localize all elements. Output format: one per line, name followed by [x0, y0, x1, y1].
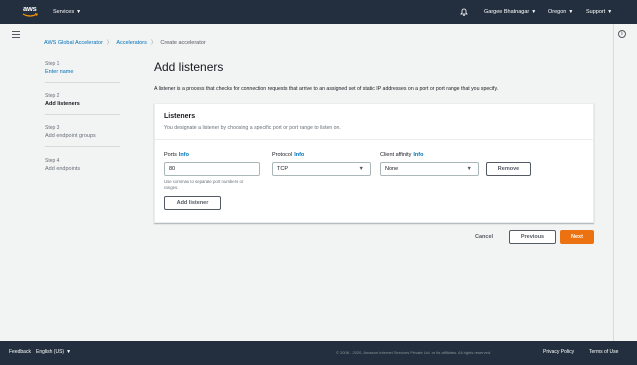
services-caret-icon: ▼	[76, 9, 82, 15]
protocol-info-link[interactable]: Info	[294, 152, 304, 158]
cancel-button[interactable]: Cancel	[475, 234, 493, 240]
ports-hint: Use commas to separate port numbers or r…	[164, 179, 244, 190]
services-menu[interactable]: Services ▼	[53, 9, 81, 15]
region-menu[interactable]: Oregon ▼	[548, 9, 573, 15]
protocol-select[interactable]: TCP ▼	[272, 162, 371, 176]
services-label: Services	[53, 9, 75, 15]
support-caret-icon: ▼	[607, 9, 613, 15]
step-divider	[45, 146, 120, 147]
remove-listener-button[interactable]: Remove	[486, 162, 531, 176]
ports-input[interactable]: 80	[164, 162, 260, 176]
step-2: Step 2 Add listeners	[45, 93, 125, 107]
region-name: Oregon	[548, 9, 567, 15]
ports-label: Ports Info	[164, 152, 189, 158]
notification-bell-icon[interactable]	[459, 7, 469, 17]
step-link-enter-name[interactable]: Enter name	[45, 69, 125, 75]
breadcrumb-accelerators[interactable]: Accelerators	[116, 40, 147, 46]
step-number: Step 3	[45, 125, 60, 131]
panel-subtitle: You designate a listener by choosing a s…	[164, 125, 341, 131]
user-caret-icon: ▼	[531, 9, 537, 15]
panel-header: Listeners You designate a listener by ch…	[155, 104, 593, 140]
aws-logo[interactable]: aws	[21, 4, 41, 20]
terms-of-use-link[interactable]: Terms of Use	[589, 349, 618, 355]
step-label-current: Add listeners	[45, 101, 80, 107]
step-1: Step 1 Enter name	[45, 61, 125, 75]
breadcrumb-current: Create accelerator	[160, 40, 206, 46]
step-label: Add endpoint groups	[45, 133, 96, 139]
listeners-panel: Listeners You designate a listener by ch…	[154, 103, 594, 223]
step-label: Add endpoints	[45, 166, 81, 172]
support-menu[interactable]: Support ▼	[586, 9, 612, 15]
top-navigation-bar: aws Services ▼ Gargee Bhatnagar ▼ Oregon ▼ …	[0, 0, 637, 24]
page-description: A listener is a process that checks for …	[154, 86, 499, 92]
language-selector[interactable]: English (US) ▼	[36, 349, 71, 355]
support-label: Support	[586, 9, 606, 15]
copyright-text: © 2008 - 2020, Amazon Internet Services …	[336, 350, 492, 355]
step-number: Step 2	[45, 93, 60, 99]
dropdown-arrow-icon: ▼	[358, 166, 364, 172]
panel-title: Listeners	[164, 113, 196, 120]
breadcrumb-separator-icon: 〉	[150, 40, 157, 46]
user-menu[interactable]: Gargee Bhatnagar ▼	[484, 9, 536, 15]
breadcrumb-global-accelerator[interactable]: AWS Global Accelerator	[44, 40, 103, 46]
breadcrumb: AWS Global Accelerator 〉 Accelerators 〉 Crea…	[44, 38, 206, 46]
step-divider	[45, 82, 120, 83]
previous-button[interactable]: Previous	[509, 230, 556, 244]
step-number: Step 4	[45, 158, 60, 164]
ports-info-link[interactable]: Info	[179, 152, 189, 158]
step-4: Step 4 Add endpoints	[45, 158, 125, 172]
page-title: Add listeners	[154, 60, 224, 74]
client-affinity-info-link[interactable]: Info	[413, 152, 423, 158]
breadcrumb-separator-icon: 〉	[106, 40, 113, 46]
feedback-link[interactable]: Feedback	[9, 349, 31, 355]
client-affinity-label: Client affinity Info	[380, 152, 424, 158]
privacy-policy-link[interactable]: Privacy Policy	[543, 349, 574, 355]
step-divider	[45, 114, 120, 115]
region-caret-icon: ▼	[568, 9, 574, 15]
dropdown-arrow-icon: ▼	[466, 166, 472, 172]
footer: Feedback English (US) ▼ © 2008 - 2020, Am…	[0, 341, 637, 365]
protocol-label: Protocol Info	[272, 152, 305, 158]
aws-smile-icon	[22, 13, 38, 17]
hamburger-menu-icon[interactable]	[12, 31, 20, 39]
language-caret-icon: ▼	[66, 349, 72, 355]
step-3: Step 3 Add endpoint groups	[45, 125, 125, 139]
add-listener-button[interactable]: Add listener	[164, 196, 221, 210]
user-name: Gargee Bhatnagar	[484, 9, 530, 15]
step-number: Step 1	[45, 61, 60, 67]
next-button[interactable]: Next	[560, 230, 594, 244]
client-affinity-select[interactable]: None ▼	[380, 162, 479, 176]
help-info-icon[interactable]: i	[618, 30, 626, 38]
